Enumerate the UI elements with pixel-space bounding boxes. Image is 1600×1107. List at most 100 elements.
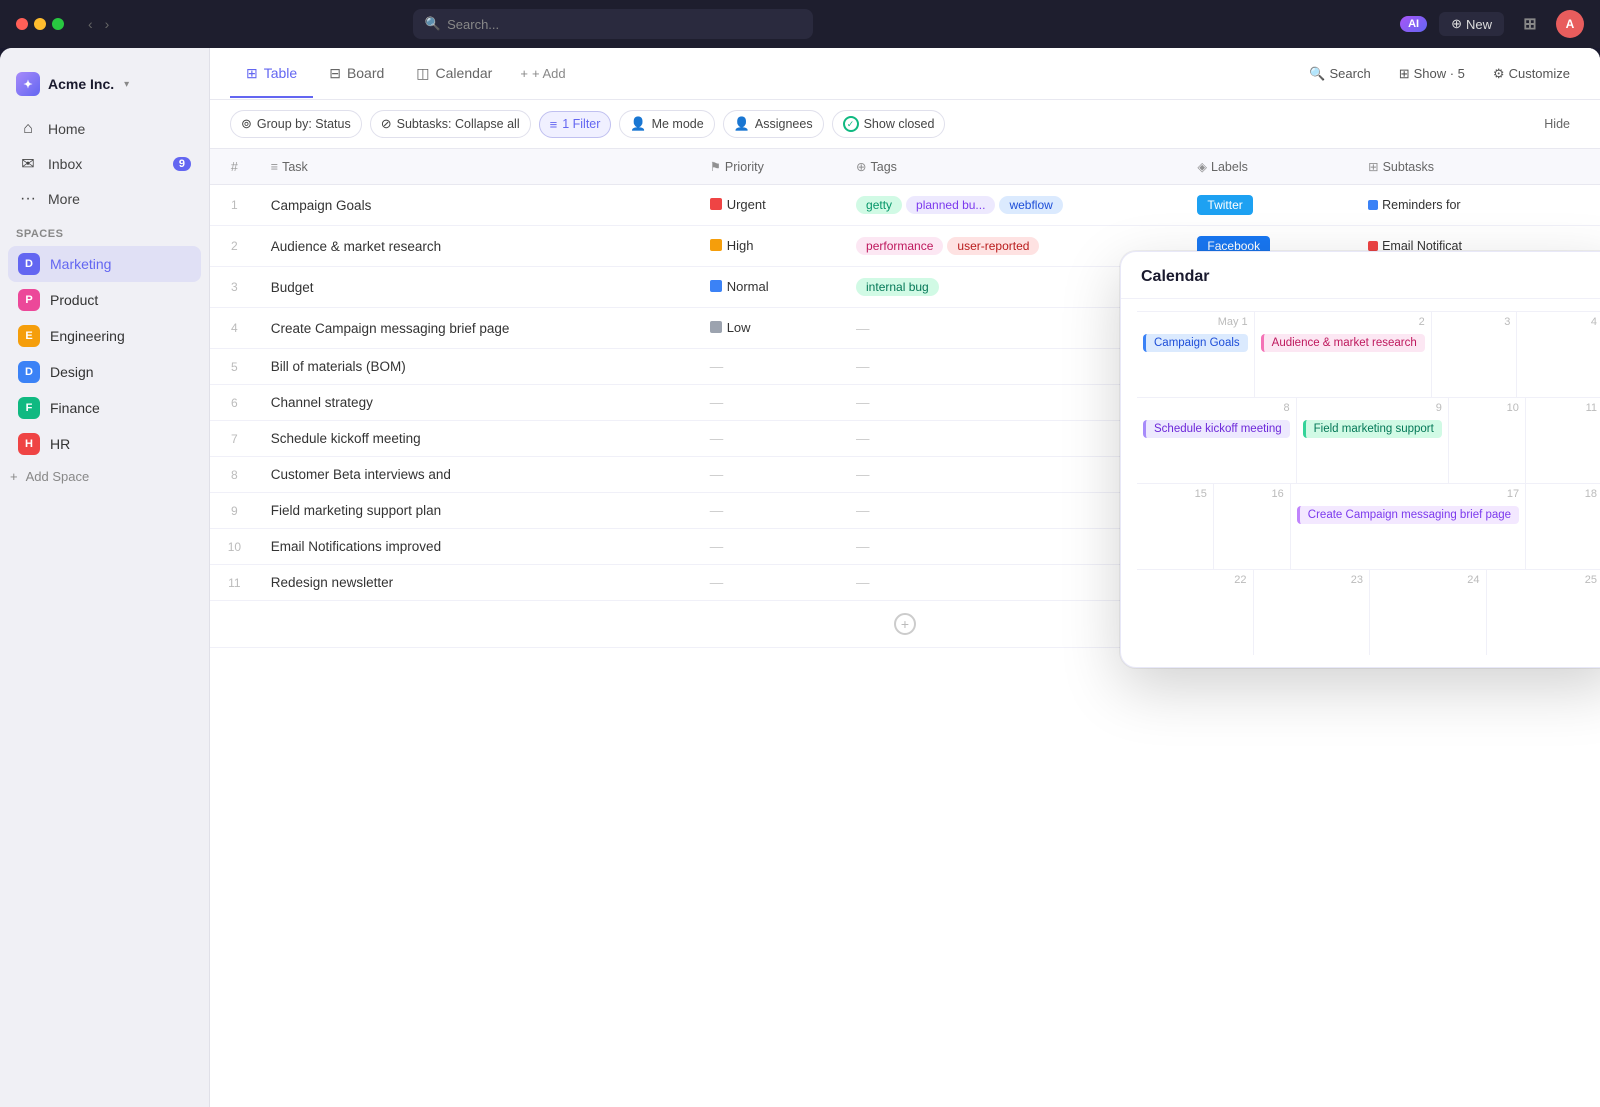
tag-item[interactable]: getty [856, 196, 902, 214]
space-item-hr[interactable]: H HR [8, 426, 201, 462]
row-task[interactable]: Redesign newsletter [259, 565, 698, 601]
row-task[interactable]: Create Campaign messaging brief page [259, 308, 698, 349]
calendar-event[interactable]: Audience & market research [1261, 334, 1425, 352]
space-item-engineering[interactable]: E Engineering [8, 318, 201, 354]
row-priority: — [698, 385, 844, 421]
col-labels[interactable]: ◈Labels [1185, 149, 1356, 185]
calendar-cell[interactable]: 4 [1517, 312, 1600, 397]
priority-dot-icon [710, 321, 722, 333]
calendar-cell[interactable]: 23 [1254, 570, 1371, 655]
tag-item[interactable]: webflow [999, 196, 1062, 214]
tab-board[interactable]: ⊟ Board [313, 51, 400, 98]
search-action[interactable]: 🔍 Search [1299, 60, 1380, 88]
sidebar-item-inbox[interactable]: ✉ Inbox 9 [8, 146, 201, 182]
col-tags[interactable]: ⊕Tags [844, 149, 1185, 185]
subtasks-button[interactable]: ⊘ Subtasks: Collapse all [370, 110, 531, 138]
calendar-event[interactable]: Campaign Goals [1143, 334, 1248, 352]
row-number: 9 [210, 493, 259, 529]
calendar-cell[interactable]: 3 [1432, 312, 1518, 397]
me-mode-button[interactable]: 👤 Me mode [619, 110, 714, 138]
toolbar: ⊚ Group by: Status ⊘ Subtasks: Collapse … [210, 100, 1600, 149]
calendar-cell[interactable]: 11 [1526, 398, 1600, 483]
calendar-cell[interactable]: 25 [1487, 570, 1600, 655]
hide-button[interactable]: Hide [1534, 112, 1580, 136]
global-search-bar[interactable]: 🔍 Search... [413, 9, 813, 39]
close-button[interactable] [16, 18, 28, 30]
col-task[interactable]: ≡Task [259, 149, 698, 185]
calendar-cell[interactable]: 2Audience & market research [1255, 312, 1432, 397]
space-item-marketing[interactable]: D Marketing [8, 246, 201, 282]
row-number: 8 [210, 457, 259, 493]
row-task[interactable]: Budget [259, 267, 698, 308]
subtask-icon [1368, 200, 1378, 210]
calendar-day-number: 10 [1455, 402, 1519, 418]
assignees-button[interactable]: 👤 Assignees [723, 110, 824, 138]
row-number: 11 [210, 565, 259, 601]
calendar-event[interactable]: Field marketing support [1303, 420, 1442, 438]
calendar-cell[interactable]: 15 [1137, 484, 1214, 569]
new-button[interactable]: ⊕ New [1439, 12, 1504, 36]
row-task[interactable]: Field marketing support plan [259, 493, 698, 529]
calendar-cell[interactable]: 8Schedule kickoff meeting [1137, 398, 1297, 483]
user-avatar[interactable]: A [1556, 10, 1584, 38]
row-priority: Normal [698, 267, 844, 308]
filter-button[interactable]: ≡ 1 Filter [539, 111, 612, 138]
row-task[interactable]: Bill of materials (BOM) [259, 349, 698, 385]
tag-item[interactable]: internal bug [856, 278, 939, 296]
calendar-cell[interactable]: 10 [1449, 398, 1526, 483]
calendar-cell[interactable]: 24 [1370, 570, 1487, 655]
add-circle-icon: + [894, 613, 916, 635]
label-badge[interactable]: Twitter [1197, 195, 1252, 215]
add-space-button[interactable]: + Add Space [0, 462, 209, 491]
row-task[interactable]: Schedule kickoff meeting [259, 421, 698, 457]
customize-action[interactable]: ⚙ Customize [1483, 60, 1580, 88]
space-dot-design: D [18, 361, 40, 383]
task-col-icon: ≡ [271, 160, 278, 174]
calendar-cell[interactable]: 18 [1526, 484, 1600, 569]
tag-item[interactable]: performance [856, 237, 943, 255]
apps-grid-icon[interactable]: ⊞ [1516, 10, 1544, 38]
add-task-button[interactable]: + [894, 613, 916, 635]
ai-badge[interactable]: AI [1400, 16, 1427, 32]
calendar-event[interactable]: Schedule kickoff meeting [1143, 420, 1290, 438]
space-item-design[interactable]: D Design [8, 354, 201, 390]
tag-item[interactable]: planned bu... [906, 196, 995, 214]
person-icon: 👤 [630, 116, 646, 132]
assignees-icon: 👤 [734, 116, 750, 132]
sidebar-item-home[interactable]: ⌂ Home [8, 112, 201, 146]
show-action[interactable]: ⊞ Show · 5 [1389, 60, 1475, 88]
back-arrow[interactable]: ‹ [84, 14, 97, 34]
calendar-icon: ◫ [416, 65, 429, 82]
row-task[interactable]: Customer Beta interviews and [259, 457, 698, 493]
tab-right-actions: 🔍 Search ⊞ Show · 5 ⚙ Customize [1299, 60, 1580, 88]
forward-arrow[interactable]: › [101, 14, 114, 34]
col-priority[interactable]: ⚑Priority [698, 149, 844, 185]
tab-calendar[interactable]: ◫ Calendar [400, 51, 508, 98]
calendar-event[interactable]: Create Campaign messaging brief page [1297, 506, 1519, 524]
sidebar-item-more[interactable]: ··· More [8, 182, 201, 216]
row-task[interactable]: Audience & market research [259, 226, 698, 267]
maximize-button[interactable] [52, 18, 64, 30]
table-row[interactable]: 1Campaign GoalsUrgentgettyplanned bu...w… [210, 185, 1600, 226]
row-priority: — [698, 349, 844, 385]
tab-table[interactable]: ⊞ Table [230, 51, 313, 98]
group-by-button[interactable]: ⊚ Group by: Status [230, 110, 362, 138]
add-view-button[interactable]: + + Add [508, 58, 577, 89]
calendar-day-number: 23 [1260, 574, 1364, 590]
show-closed-button[interactable]: ✓ Show closed [832, 110, 946, 138]
row-priority: — [698, 421, 844, 457]
workspace-header[interactable]: ✦ Acme Inc. ▾ [0, 64, 209, 112]
calendar-cell[interactable]: 22 [1137, 570, 1254, 655]
row-task[interactable]: Campaign Goals [259, 185, 698, 226]
space-item-finance[interactable]: F Finance [8, 390, 201, 426]
tag-item[interactable]: user-reported [947, 237, 1039, 255]
space-item-product[interactable]: P Product [8, 282, 201, 318]
calendar-cell[interactable]: 16 [1214, 484, 1291, 569]
minimize-button[interactable] [34, 18, 46, 30]
calendar-cell[interactable]: 9Field marketing support [1297, 398, 1449, 483]
row-task[interactable]: Email Notifications improved [259, 529, 698, 565]
col-subtasks[interactable]: ⊞Subtasks [1356, 149, 1600, 185]
row-task[interactable]: Channel strategy [259, 385, 698, 421]
calendar-cell[interactable]: May 1Campaign Goals [1137, 312, 1255, 397]
calendar-cell[interactable]: 17Create Campaign messaging brief page [1291, 484, 1526, 569]
